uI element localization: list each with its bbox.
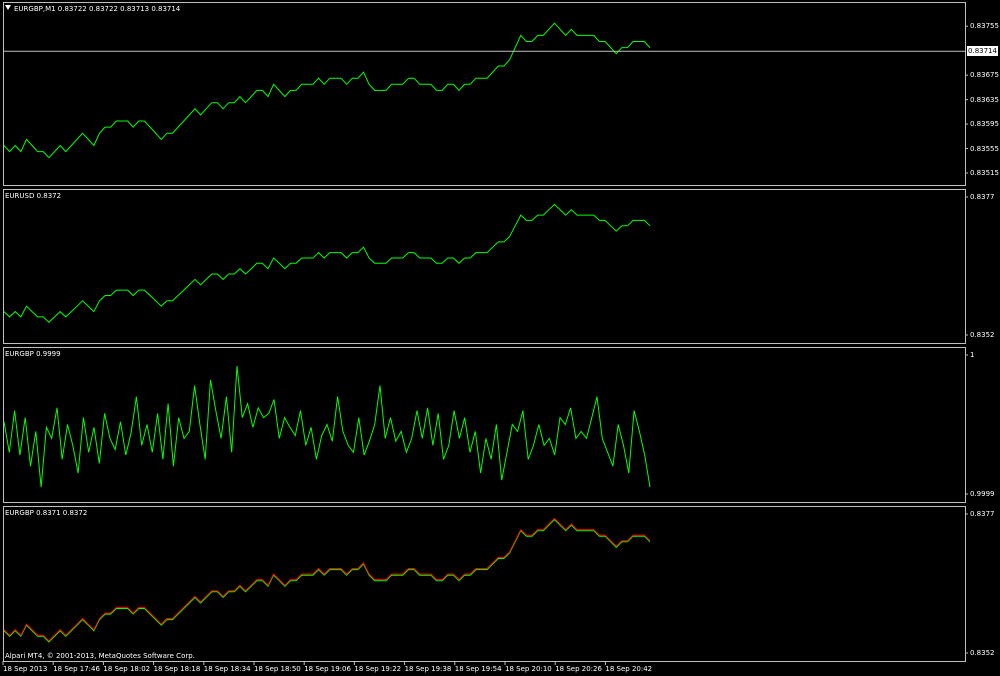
pane-2-label-text: EURUSD 0.8372 (5, 192, 62, 200)
pane-4-series-1 (3, 518, 651, 643)
pane-3-ytick-label: 0.9999 (970, 490, 995, 498)
pane-1-label: EURGBP,M1 0.83722 0.83722 0.83713 0.8371… (5, 5, 180, 13)
triangle-down-icon[interactable] (5, 5, 11, 10)
chart-canvas[interactable] (0, 0, 1000, 676)
pane-1-ytick-label: 0.83595 (970, 120, 999, 129)
pane-4-label-text: EURGBP 0.8371 0.8372 (5, 509, 88, 517)
pane-2-label: EURUSD 0.8372 (5, 192, 61, 200)
pane-1-series-1 (3, 22, 651, 159)
pane-frame-3 (3, 347, 966, 503)
pane-3-series-1 (3, 366, 651, 488)
pane-2-ytick-label: 0.8352 (970, 331, 995, 339)
pane-4-ytick-label: 0.8352 (970, 649, 995, 657)
pane-4-ytick-label: 0.8377 (970, 510, 995, 518)
pane-3-label: EURGBP 0.9999 (5, 350, 61, 358)
current-price-badge: 0.83714 (967, 46, 998, 57)
xtick-label: 18 Sep 19:38 (404, 665, 452, 673)
xtick-label: 18 Sep 19:54 (454, 665, 502, 673)
pane-4-label: EURGBP 0.8371 0.8372 (5, 509, 87, 517)
pane-1-ytick-label: 0.83515 (970, 169, 999, 177)
pane-3-ytick-label: 1 (970, 351, 975, 359)
xtick-label: 18 Sep 20:26 (555, 665, 602, 673)
pane-1-ytick-label: 0.83635 (970, 95, 999, 104)
xtick-label: 18 Sep 18:50 (254, 665, 301, 673)
pane-1-ytick-label: 0.83555 (970, 144, 999, 153)
xtick-label: 18 Sep 20:42 (605, 665, 653, 673)
xtick-label: 18 Sep 19:06 (304, 665, 351, 673)
xtick-label: 18 Sep 20:10 (505, 665, 552, 673)
pane-4-series-2 (3, 517, 651, 642)
pane-1-label-text: EURGBP,M1 0.83722 0.83722 0.83713 0.8371… (14, 5, 181, 13)
pane-1-ytick-label: 0.83755 (970, 22, 999, 31)
xtick-label: 18 Sep 18:18 (153, 665, 201, 673)
copyright-text: Alpari MT4, © 2001-2013, MetaQuotes Soft… (5, 652, 195, 660)
xtick-label: 18 Sep 2013 (3, 665, 48, 673)
xtick-label: 18 Sep 18:34 (203, 665, 251, 673)
xtick-label: 18 Sep 17:46 (53, 665, 100, 673)
pane-frame-4 (3, 506, 966, 662)
xtick-label: 18 Sep 18:02 (103, 665, 151, 673)
pane-2-ytick-label: 0.8377 (970, 193, 995, 201)
pane-frame-1 (3, 2, 966, 186)
xtick-label: 18 Sep 19:22 (354, 665, 402, 673)
pane-1-ytick-label: 0.83675 (970, 71, 999, 80)
pane-3-label-text: EURGBP 0.9999 (5, 350, 61, 358)
pane-2-series-1 (3, 203, 651, 323)
pane-frame-2 (3, 189, 966, 344)
